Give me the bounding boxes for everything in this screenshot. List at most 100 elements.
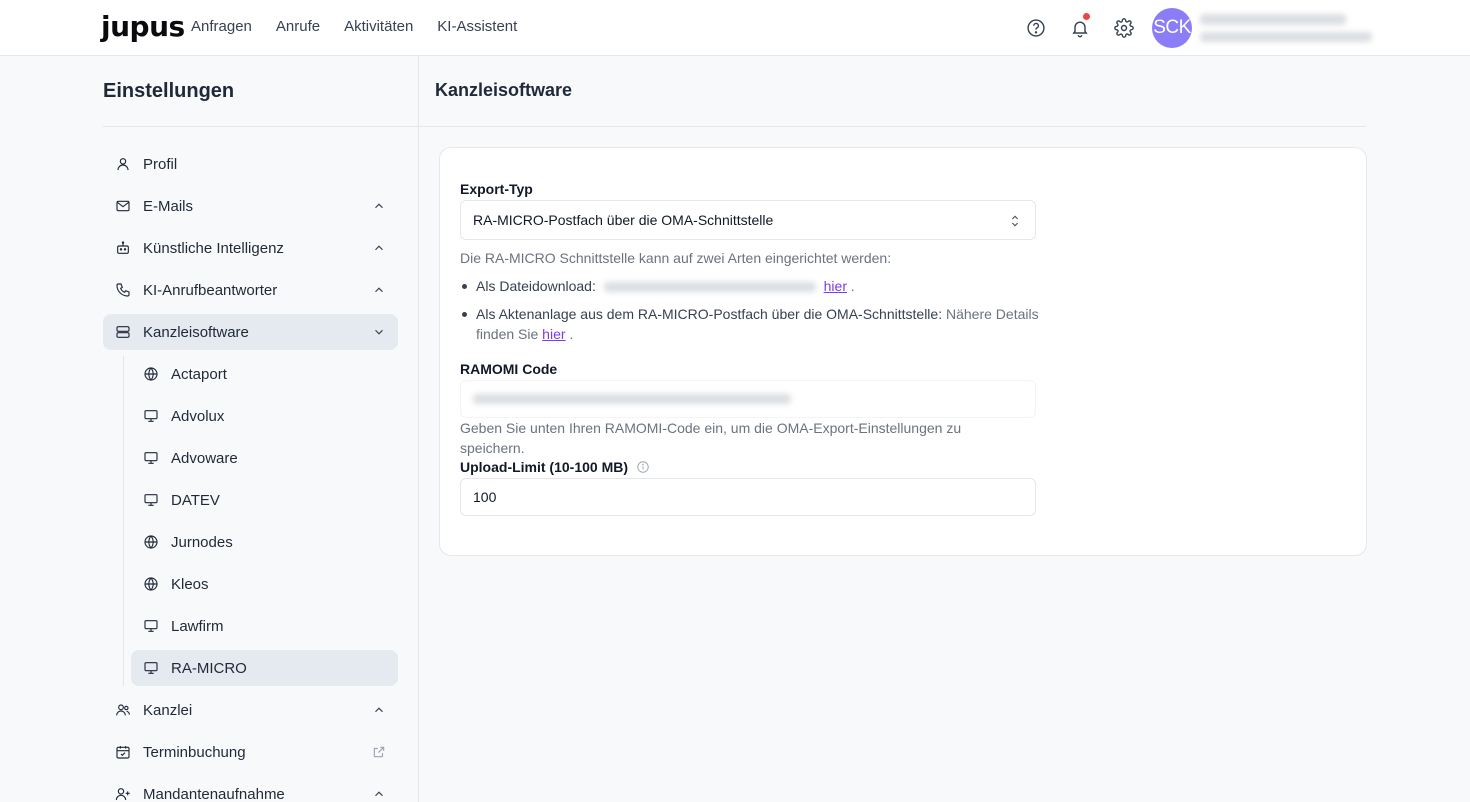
sidebar-item-lawfirm[interactable]: Lawfirm [131, 608, 398, 644]
sidebar-item-label: Profil [143, 155, 178, 173]
sidebar-item-advolux[interactable]: Advolux [131, 398, 398, 434]
robot-icon [115, 240, 131, 256]
list-item: Als Aktenanlage aus dem RA-MICRO-Postfac… [460, 304, 1040, 344]
sidebar-item-kanzleisoftware[interactable]: Kanzleisoftware [103, 314, 398, 350]
interface-intro: Die RA-MICRO Schnittstelle kann auf zwei… [460, 250, 892, 266]
main-divider [419, 126, 1366, 127]
details-link[interactable]: hier [542, 326, 565, 342]
notification-dot [1083, 13, 1090, 20]
list-item: Als Dateidownload: hier . [460, 276, 1040, 296]
redacted-download-url [603, 282, 816, 293]
chevron-up-icon[interactable] [372, 703, 386, 717]
users-icon [115, 702, 131, 718]
sidebar-item-label: Lawfirm [171, 617, 224, 635]
globe-icon [143, 534, 159, 550]
sidebar-item-datev[interactable]: DATEV [131, 482, 398, 518]
globe-icon [143, 366, 159, 382]
user-avatar[interactable]: SCK [1152, 8, 1192, 48]
upload-limit-input[interactable]: 100 [460, 478, 1036, 516]
info-icon[interactable] [636, 460, 650, 474]
export-type-label: Export-Typ [460, 181, 533, 197]
monitor-icon [143, 660, 159, 676]
sidebar-item-kleos[interactable]: Kleos [131, 566, 398, 602]
sidebar-item-terminbuchung[interactable]: Terminbuchung [103, 734, 398, 770]
sidebar-item-ki-anrufbeantworter[interactable]: KI-Anrufbeantworter [103, 272, 398, 308]
upload-limit-label: Upload-Limit (10-100 MB) [460, 459, 650, 475]
bullet-label: Als Aktenanlage aus dem RA-MICRO-Postfac… [476, 306, 943, 322]
ramomi-code-label: RAMOMI Code [460, 361, 558, 377]
help-circle-icon[interactable] [1025, 17, 1047, 39]
sidebar-item-jurnodes[interactable]: Jurnodes [131, 524, 398, 560]
sidebar-item-label: Kanzleisoftware [143, 323, 249, 341]
phone-icon [115, 282, 131, 298]
chevrons-up-down-icon [1007, 213, 1023, 229]
sidebar-item-label: E-Mails [143, 197, 194, 215]
upload-limit-label-text: Upload-Limit (10-100 MB) [460, 459, 629, 475]
sidebar-item-label: Terminbuchung [143, 743, 246, 761]
sidebar-item-mandantenaufnahme[interactable]: Mandantenaufnahme [103, 776, 398, 802]
sidebar-item-label: Kleos [171, 575, 209, 593]
main-nav: Anfragen Anrufe Aktivitäten KI-Assistent [191, 18, 517, 35]
export-type-select[interactable]: RA-MICRO-Postfach über die OMA-Schnittst… [460, 200, 1036, 240]
sidebar-item-label: Advoware [171, 449, 238, 467]
nav-ki-assistent[interactable]: KI-Assistent [437, 18, 517, 35]
user-icon [115, 156, 131, 172]
export-type-value: RA-MICRO-Postfach über die OMA-Schnittst… [473, 212, 774, 228]
nav-anrufe[interactable]: Anrufe [276, 18, 320, 35]
monitor-icon [143, 408, 159, 424]
user-plus-icon [115, 786, 131, 802]
external-link-icon[interactable] [372, 745, 386, 759]
redacted-ramomi-code [473, 394, 791, 404]
sidebar-item-label: Actaport [171, 365, 227, 383]
top-bar: jupus Anfragen Anrufe Aktivitäten KI-Ass… [0, 0, 1470, 56]
sidebar-divider [103, 126, 419, 127]
sidebar-item-kuenstliche-intelligenz[interactable]: Künstliche Intelligenz [103, 230, 398, 266]
app-logo[interactable]: jupus [101, 10, 185, 43]
chevron-down-icon[interactable] [372, 325, 386, 339]
globe-icon [143, 576, 159, 592]
bell-icon[interactable] [1069, 13, 1091, 39]
monitor-icon [143, 450, 159, 466]
download-link[interactable]: hier [824, 278, 847, 294]
redacted-user-email [1200, 32, 1372, 42]
nav-anfragen[interactable]: Anfragen [191, 18, 252, 35]
mail-icon [115, 198, 131, 214]
sidebar-item-label: Advolux [171, 407, 225, 425]
settings-menu: Profil E-Mails Künstliche Intelligenz KI… [103, 146, 398, 802]
bullet-end: . [569, 326, 574, 342]
sidebar-item-ra-micro[interactable]: RA-MICRO [131, 650, 398, 686]
sidebar-item-actaport[interactable]: Actaport [131, 356, 398, 392]
page-title: Kanzleisoftware [435, 80, 573, 100]
sidebar-item-label: RA-MICRO [171, 659, 247, 677]
bullet-label: Als Dateidownload: [476, 278, 596, 294]
setup-options-list: Als Dateidownload: hier . Als Aktenanlag… [460, 276, 1040, 352]
bullet-end: . [850, 278, 855, 294]
sidebar-item-label: Jurnodes [171, 533, 233, 551]
sidebar-item-label: Kanzlei [143, 701, 193, 719]
nav-aktivitaeten[interactable]: Aktivitäten [344, 18, 413, 35]
sidebar-item-label: Mandantenaufnahme [143, 785, 285, 802]
sidebar-item-label: KI-Anrufbeantworter [143, 281, 278, 299]
sidebar-item-e-mails[interactable]: E-Mails [103, 188, 398, 224]
chevron-up-icon[interactable] [372, 241, 386, 255]
sidebar-item-label: Künstliche Intelligenz [143, 239, 284, 257]
monitor-icon [143, 492, 159, 508]
gear-icon[interactable] [1113, 17, 1135, 39]
calendar-check-icon [115, 744, 131, 760]
sidebar-item-advoware[interactable]: Advoware [131, 440, 398, 476]
ramomi-code-input[interactable] [460, 380, 1036, 418]
sidebar-title: Einstellungen [103, 80, 235, 102]
chevron-up-icon[interactable] [372, 787, 386, 801]
chevron-up-icon[interactable] [372, 199, 386, 213]
redacted-user-name [1200, 14, 1346, 25]
sidebar-item-kanzlei[interactable]: Kanzlei [103, 692, 398, 728]
kanzleisoftware-submenu: Actaport Advolux Advoware DATEV Jurnodes… [123, 356, 398, 686]
settings-sidebar: Einstellungen Profil E-Mails Künstliche … [0, 56, 419, 802]
ramomi-help-text: Geben Sie unten Ihren RAMOMI-Code ein, u… [460, 420, 962, 456]
chevron-up-icon[interactable] [372, 283, 386, 297]
upload-limit-value: 100 [473, 489, 497, 505]
monitor-icon [143, 618, 159, 634]
server-icon [115, 324, 131, 340]
sidebar-item-label: DATEV [171, 491, 220, 509]
sidebar-item-profil[interactable]: Profil [103, 146, 398, 182]
